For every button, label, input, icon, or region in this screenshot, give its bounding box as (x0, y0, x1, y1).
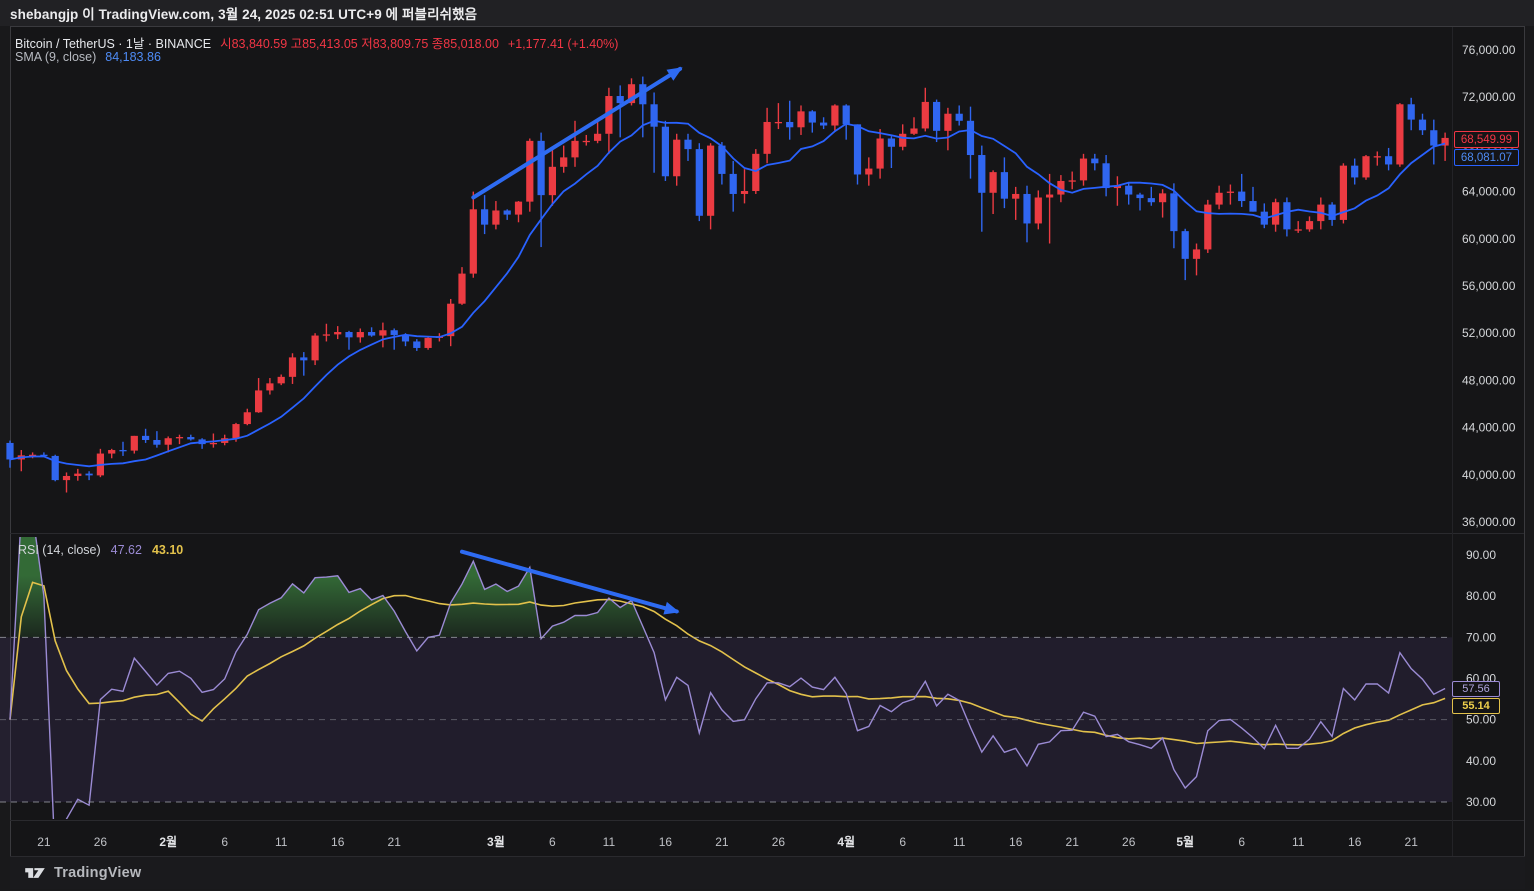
svg-text:6: 6 (899, 835, 906, 849)
svg-text:16: 16 (331, 835, 345, 849)
svg-text:5월: 5월 (1176, 834, 1194, 849)
svg-text:6: 6 (1238, 835, 1245, 849)
sma-price-axis-label: 68,081.07 (1454, 149, 1519, 166)
svg-text:11: 11 (1292, 835, 1305, 849)
svg-text:21: 21 (715, 835, 729, 849)
svg-text:6: 6 (221, 835, 228, 849)
rsi-legend: RSI (14, close) 47.62 43.10 (18, 543, 183, 557)
svg-text:80.00: 80.00 (1466, 589, 1496, 603)
svg-text:40,000.00: 40,000.00 (1462, 468, 1516, 482)
svg-text:26: 26 (772, 835, 786, 849)
svg-text:30.00: 30.00 (1466, 795, 1496, 809)
svg-text:90.00: 90.00 (1466, 548, 1496, 562)
sma-indicator-label[interactable]: SMA (9, close) (15, 50, 96, 64)
svg-text:3월: 3월 (487, 834, 505, 849)
rsi-axis-value-label: 57.56 (1452, 681, 1500, 697)
svg-text:48,000.00: 48,000.00 (1462, 373, 1516, 387)
chart-canvas[interactable]: 76,000.0072,000.0068,000.0064,000.0060,0… (0, 0, 1534, 891)
tradingview-logo[interactable] (24, 864, 46, 882)
svg-text:21: 21 (1405, 835, 1419, 849)
sma-indicator-value: 84,183.86 (105, 50, 161, 64)
svg-text:11: 11 (275, 835, 288, 849)
attribution-bar: TradingView (10, 856, 1525, 889)
svg-text:70.00: 70.00 (1466, 630, 1496, 644)
rsi-indicator-label[interactable]: RSI (14, close) (18, 543, 101, 557)
svg-text:16: 16 (1348, 835, 1362, 849)
rsi-ma-axis-value-label: 55.14 (1452, 698, 1500, 714)
ohlc-values: 시83,840.59 고85,413.05 저83,809.75 종85,018… (220, 33, 499, 52)
svg-text:2월: 2월 (159, 834, 177, 849)
svg-text:6: 6 (549, 835, 556, 849)
tradingview-wordmark[interactable]: TradingView (54, 865, 141, 881)
svg-text:16: 16 (659, 835, 673, 849)
svg-text:72,000.00: 72,000.00 (1462, 90, 1516, 104)
svg-text:40.00: 40.00 (1466, 754, 1496, 768)
svg-text:21: 21 (37, 835, 51, 849)
svg-text:60,000.00: 60,000.00 (1462, 232, 1516, 246)
symbol-legend: Bitcoin / TetherUS · 1날 · BINANCE 시83,84… (15, 33, 618, 67)
svg-text:76,000.00: 76,000.00 (1462, 43, 1516, 57)
svg-text:26: 26 (1122, 835, 1136, 849)
svg-text:50.00: 50.00 (1466, 713, 1496, 727)
rsi-indicator-value: 47.62 (111, 543, 142, 557)
svg-text:11: 11 (603, 835, 616, 849)
svg-text:4월: 4월 (837, 834, 855, 849)
last-price-axis-label: 68,549.99 (1454, 131, 1519, 148)
svg-text:56,000.00: 56,000.00 (1462, 279, 1516, 293)
svg-text:21: 21 (1066, 835, 1080, 849)
svg-text:16: 16 (1009, 835, 1023, 849)
rsi-ma-indicator-value: 43.10 (152, 543, 183, 557)
svg-text:36,000.00: 36,000.00 (1462, 515, 1516, 529)
svg-text:26: 26 (94, 835, 108, 849)
svg-text:44,000.00: 44,000.00 (1462, 421, 1516, 435)
svg-text:52,000.00: 52,000.00 (1462, 326, 1516, 340)
svg-text:64,000.00: 64,000.00 (1462, 185, 1516, 199)
svg-text:11: 11 (953, 835, 966, 849)
svg-text:21: 21 (388, 835, 402, 849)
change-value: +1,177.41 (+1.40%) (508, 37, 619, 51)
